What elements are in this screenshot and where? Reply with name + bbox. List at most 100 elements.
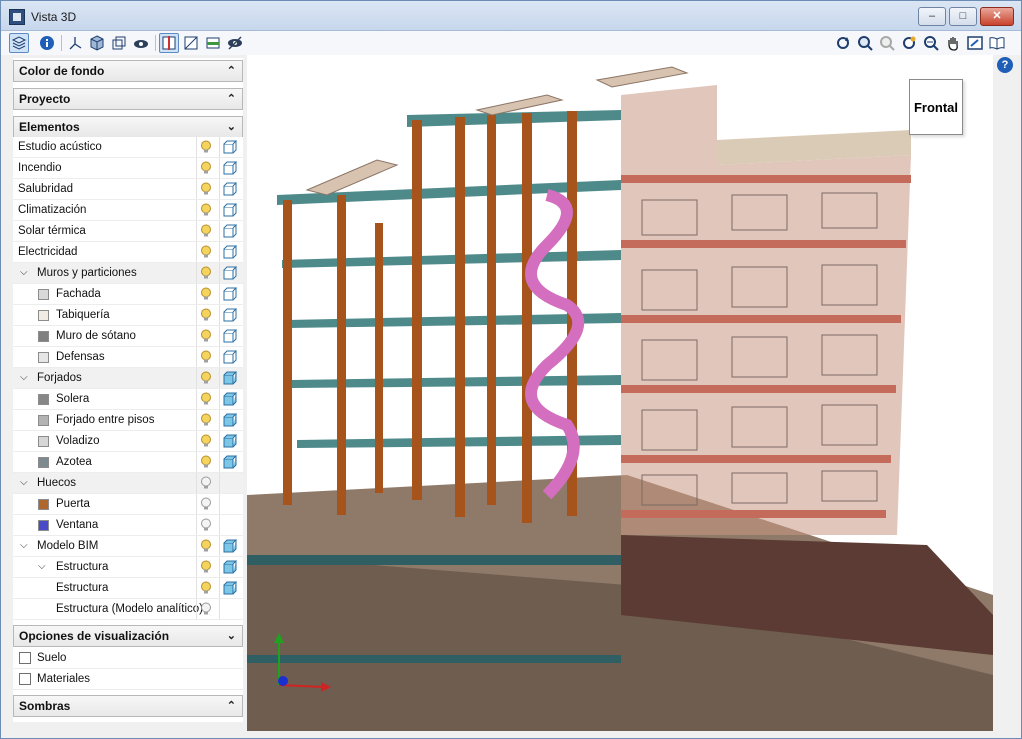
lightbulb-on-icon[interactable] (199, 182, 213, 196)
axes-icon[interactable] (65, 33, 85, 53)
fit-window-icon[interactable] (965, 33, 985, 53)
lightbulb-on-icon[interactable] (199, 392, 213, 406)
wire-cube-icon[interactable] (223, 350, 237, 364)
floor-plane-icon[interactable] (203, 33, 223, 53)
element-row[interactable]: Defensas (13, 347, 243, 368)
lightbulb-on-icon[interactable] (199, 329, 213, 343)
solid-cube-icon[interactable] (223, 413, 237, 427)
element-row[interactable]: Tabiquería (13, 305, 243, 326)
material-swatch[interactable] (38, 331, 49, 342)
lightbulb-on-icon[interactable] (199, 224, 213, 238)
solid-cube-icon[interactable] (223, 581, 237, 595)
section-plane-icon[interactable] (159, 33, 179, 53)
element-row[interactable]: Estructura (13, 578, 243, 599)
element-row[interactable]: Fachada (13, 284, 243, 305)
suelo-checkbox[interactable] (19, 652, 31, 664)
expand-chevron-icon[interactable]: ⌵ (20, 536, 28, 556)
element-row[interactable]: Puerta (13, 494, 243, 515)
element-row[interactable]: ⌵ Huecos (13, 473, 243, 494)
element-row[interactable]: Incendio (13, 158, 243, 179)
material-swatch[interactable] (38, 352, 49, 363)
lightbulb-on-icon[interactable] (199, 539, 213, 553)
lightbulb-on-icon[interactable] (199, 266, 213, 280)
wire-cube-icon[interactable] (223, 287, 237, 301)
lightbulb-on-icon[interactable] (199, 455, 213, 469)
expand-chevron-icon[interactable]: ⌵ (38, 557, 46, 577)
element-row[interactable]: ⌵ Muros y particiones (13, 263, 243, 284)
lightbulb-off-icon[interactable] (199, 518, 213, 532)
wire-cube-icon[interactable] (223, 140, 237, 154)
lightbulb-on-icon[interactable] (199, 371, 213, 385)
section-color-fondo[interactable]: Color de fondo ⌃ (13, 60, 243, 82)
lightbulb-on-icon[interactable] (199, 560, 213, 574)
element-row[interactable]: Climatización (13, 200, 243, 221)
element-row[interactable]: Estudio acústico (13, 137, 243, 158)
element-row[interactable]: Solera (13, 389, 243, 410)
wire-cube-icon[interactable] (223, 203, 237, 217)
element-row[interactable]: ⌵ Forjados (13, 368, 243, 389)
element-row[interactable]: ⌵ Modelo BIM (13, 536, 243, 557)
material-swatch[interactable] (38, 415, 49, 426)
wireframe-cube-icon[interactable] (109, 33, 129, 53)
solid-cube-icon[interactable] (223, 434, 237, 448)
section-sombras[interactable]: Sombras ⌃ (13, 695, 243, 717)
solid-cube-icon[interactable] (223, 560, 237, 574)
wire-cube-icon[interactable] (223, 266, 237, 280)
maximize-button[interactable]: □ (949, 7, 977, 26)
rotate-icon[interactable] (833, 33, 853, 53)
expand-chevron-icon[interactable]: ⌵ (20, 473, 28, 493)
solid-cube-icon[interactable] (223, 539, 237, 553)
pan-hand-icon[interactable] (943, 33, 963, 53)
materiales-checkbox[interactable] (19, 673, 31, 685)
material-swatch[interactable] (38, 394, 49, 405)
material-swatch[interactable] (38, 310, 49, 321)
lightbulb-on-icon[interactable] (199, 140, 213, 154)
minimize-button[interactable]: – (918, 7, 946, 26)
lightbulb-off-icon[interactable] (199, 602, 213, 616)
lightbulb-on-icon[interactable] (199, 308, 213, 322)
element-row[interactable]: Solar térmica (13, 221, 243, 242)
lightbulb-on-icon[interactable] (199, 434, 213, 448)
shaded-cube-icon[interactable] (87, 33, 107, 53)
solid-cube-icon[interactable] (223, 455, 237, 469)
wire-cube-icon[interactable] (223, 308, 237, 322)
orbit-icon[interactable] (899, 33, 919, 53)
element-row[interactable]: Electricidad (13, 242, 243, 263)
lightbulb-on-icon[interactable] (199, 161, 213, 175)
wire-cube-icon[interactable] (223, 161, 237, 175)
lightbulb-on-icon[interactable] (199, 245, 213, 259)
close-button[interactable]: ✕ (980, 7, 1014, 26)
material-swatch[interactable] (38, 289, 49, 300)
element-row[interactable]: Estructura (Modelo analítico) (13, 599, 243, 620)
section-proyecto[interactable]: Proyecto ⌃ (13, 88, 243, 110)
zoom-window-icon[interactable] (921, 33, 941, 53)
material-swatch[interactable] (38, 499, 49, 510)
wire-cube-icon[interactable] (223, 224, 237, 238)
lightbulb-off-icon[interactable] (199, 497, 213, 511)
solid-cube-icon[interactable] (223, 371, 237, 385)
option-row[interactable]: Materiales (13, 669, 243, 690)
view-cube-frontal[interactable]: Frontal (909, 79, 963, 135)
section-opciones[interactable]: Opciones de visualización ⌄ (13, 625, 243, 647)
zoom-extents-icon[interactable] (855, 33, 875, 53)
material-swatch[interactable] (38, 520, 49, 531)
lightbulb-on-icon[interactable] (199, 350, 213, 364)
lightbulb-on-icon[interactable] (199, 287, 213, 301)
3d-viewport[interactable]: Frontal (247, 55, 993, 731)
section-elementos[interactable]: Elementos ⌄ (13, 116, 243, 138)
element-row[interactable]: Forjado entre pisos (13, 410, 243, 431)
lightbulb-on-icon[interactable] (199, 581, 213, 595)
wire-cube-icon[interactable] (223, 245, 237, 259)
info-icon[interactable] (37, 33, 57, 53)
clip-plane-icon[interactable] (181, 33, 201, 53)
eye-cloud-icon[interactable] (131, 33, 151, 53)
expand-chevron-icon[interactable]: ⌵ (20, 368, 28, 388)
option-row[interactable]: Suelo (13, 648, 243, 669)
layers-icon[interactable] (9, 33, 29, 53)
element-row[interactable]: Ventana (13, 515, 243, 536)
solid-cube-icon[interactable] (223, 392, 237, 406)
element-row[interactable]: Voladizo (13, 431, 243, 452)
hide-eye-icon[interactable] (225, 33, 245, 53)
material-swatch[interactable] (38, 436, 49, 447)
expand-chevron-icon[interactable]: ⌵ (20, 263, 28, 283)
